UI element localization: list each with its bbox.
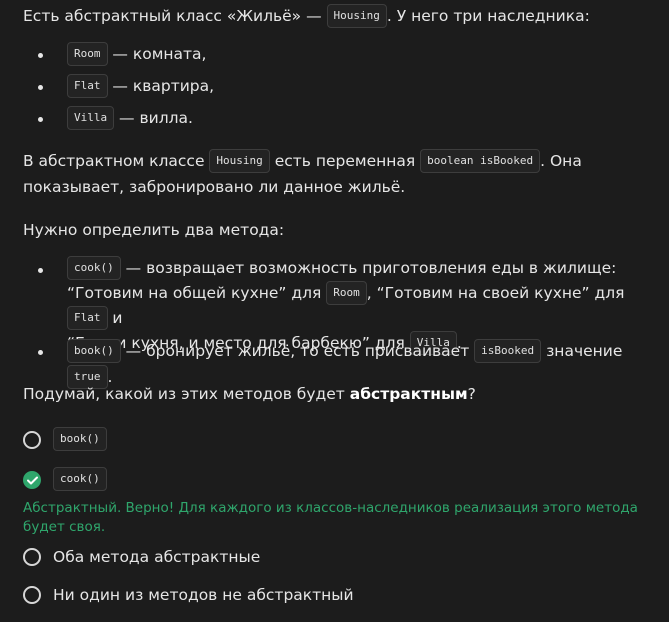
option-code[interactable]: cook(): [53, 467, 107, 491]
code-cook: cook(): [67, 255, 121, 280]
code-book: book(): [67, 338, 121, 363]
book-desc: — бронирует жильё, то есть присваивает: [120, 342, 475, 360]
list-item-flat: Flat — квартира,: [23, 73, 643, 105]
heir-text: — вилла.: [114, 109, 193, 127]
option-both-abstract[interactable]: Оба метода абстрактные: [23, 542, 260, 572]
cook-desc: и: [107, 309, 123, 327]
intro-prefix: Есть абстрактный класс «Жильё» —: [23, 7, 327, 25]
list-item-room: Room — комната,: [23, 41, 643, 73]
list-item-villa: Villa — вилла.: [23, 105, 643, 137]
book-desc: значение: [541, 342, 623, 360]
code-room: Room: [67, 41, 108, 66]
variable-paragraph: В абстрактном классе Housing есть переме…: [23, 148, 653, 200]
para2-text: В абстрактном классе: [23, 152, 210, 170]
question-prefix: Подумай, какой из этих методов будет: [23, 385, 350, 403]
para2-text: . Она: [540, 152, 582, 170]
option-code[interactable]: book(): [53, 427, 107, 451]
answer-feedback: Абстрактный. Верно! Для каждого из класс…: [23, 500, 638, 535]
radio-button[interactable]: [23, 431, 41, 449]
heir-text: — квартира,: [107, 77, 215, 95]
cook-desc: , “Готовим на своей кухне” для: [366, 284, 625, 302]
option-label[interactable]: Оба метода абстрактные: [53, 544, 260, 570]
code-room: Room: [326, 280, 367, 305]
question-suffix: ?: [467, 385, 476, 403]
cook-desc: “Готовим на общей кухне” для: [67, 284, 327, 302]
heirs-list: Room — комната, Flat — квартира, Villa —…: [23, 41, 643, 137]
heir-text: — комната,: [107, 45, 207, 63]
code-flat: Flat: [67, 305, 108, 330]
code-flat: Flat: [67, 73, 108, 98]
radio-button[interactable]: [23, 548, 41, 566]
radio-button[interactable]: [23, 586, 41, 604]
option-none-abstract[interactable]: Ни один из методов не абстрактный: [23, 580, 354, 610]
intro-suffix: . У него три наследника:: [386, 7, 590, 25]
radio-button-checked[interactable]: [23, 471, 41, 489]
para2-text: есть переменная: [269, 152, 421, 170]
code-housing: Housing: [326, 3, 387, 28]
methods-list: cook() — возвращает возможность приготов…: [23, 255, 653, 390]
list-item-cook: cook() — возвращает возможность приготов…: [23, 255, 653, 355]
question-bold: абстрактным: [349, 385, 468, 403]
option-cook[interactable]: cook(): [23, 465, 107, 495]
code-villa: Villa: [67, 105, 115, 130]
intro-paragraph: Есть абстрактный класс «Жильё» — Housing…: [23, 3, 590, 29]
methods-heading: Нужно определить два метода:: [23, 221, 285, 239]
code-isbooked-decl: boolean isBooked: [420, 148, 541, 173]
question-text: Подумай, какой из этих методов будет абс…: [23, 381, 476, 407]
cook-desc: — возвращает возможность приготовления е…: [120, 259, 617, 277]
check-icon: [26, 476, 38, 484]
code-housing: Housing: [209, 148, 270, 173]
para2-line2: показывает, забронировано ли данное жиль…: [23, 178, 406, 196]
option-book[interactable]: book(): [23, 425, 107, 455]
option-label[interactable]: Ни один из методов не абстрактный: [53, 582, 354, 608]
code-isbooked: isBooked: [474, 338, 542, 363]
